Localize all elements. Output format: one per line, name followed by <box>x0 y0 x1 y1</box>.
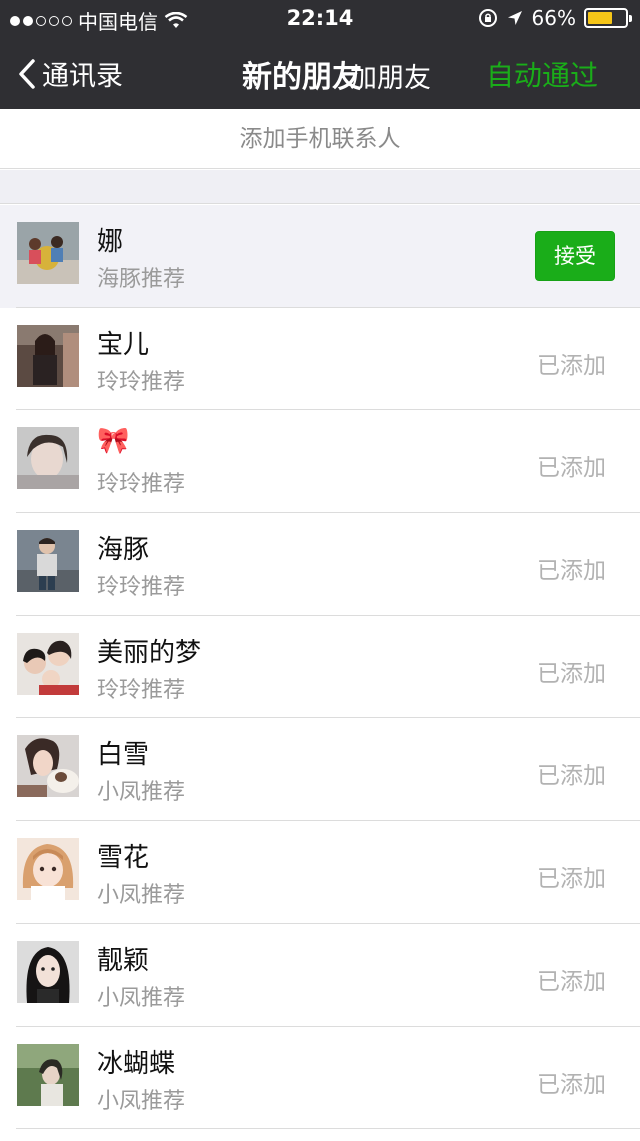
friend-source: 玲玲推荐 <box>97 575 186 601</box>
friend-source: 小凤推荐 <box>97 780 186 806</box>
friend-list: 娜 海豚推荐 接受 宝儿 玲玲推荐 已添加 🎀 玲玲推荐 已添加 海豚 玲玲推荐… <box>0 205 640 1130</box>
avatar <box>17 1043 79 1106</box>
added-status: 已添加 <box>537 352 606 379</box>
avatar <box>17 530 79 593</box>
auto-pass-button[interactable]: 自动通过 <box>486 54 598 94</box>
friend-source: 小凤推荐 <box>97 985 186 1011</box>
friend-name: 雪花 <box>97 843 150 874</box>
added-status: 已添加 <box>537 968 606 995</box>
chevron-left-icon <box>19 58 35 89</box>
list-item[interactable]: 娜 海豚推荐 接受 <box>0 205 640 308</box>
top-bar: 中国电信 22:14 66% 通讯录 加朋友 新的朋友 自动通过 <box>0 0 640 109</box>
friend-source: 小凤推荐 <box>97 883 186 909</box>
section-divider <box>0 170 640 204</box>
added-status: 已添加 <box>537 1071 606 1098</box>
nav-bar: 通讯录 加朋友 新的朋友 自动通过 <box>0 36 640 109</box>
avatar <box>17 632 79 695</box>
list-item[interactable]: 白雪 小凤推荐 已添加 <box>0 718 640 822</box>
avatar <box>17 838 79 901</box>
added-status: 已添加 <box>537 455 606 482</box>
friend-source: 玲玲推荐 <box>97 677 186 703</box>
added-status: 已添加 <box>537 866 606 893</box>
friend-name: 美丽的梦 <box>97 637 202 668</box>
added-status: 已添加 <box>537 558 606 585</box>
added-status: 已添加 <box>537 660 606 687</box>
list-item[interactable]: 美丽的梦 玲玲推荐 已添加 <box>0 615 640 719</box>
avatar <box>17 222 79 284</box>
avatar <box>17 324 79 387</box>
friend-source: 海豚推荐 <box>97 267 186 292</box>
accept-button[interactable]: 接受 <box>535 231 615 281</box>
friend-name: 🎀 <box>97 426 129 456</box>
back-button[interactable]: 通讯录 <box>16 54 123 93</box>
status-bar: 中国电信 22:14 66% <box>0 0 640 36</box>
avatar <box>17 735 79 798</box>
list-item[interactable]: 雪花 小凤推荐 已添加 <box>0 821 640 924</box>
bow-emoji: 🎀 <box>97 426 130 457</box>
avatar <box>17 427 79 490</box>
friend-source: 玲玲推荐 <box>97 472 186 498</box>
location-arrow-icon <box>507 11 522 25</box>
friend-name: 靓颖 <box>97 945 150 976</box>
battery-percent: 66% <box>531 6 576 30</box>
page-title: 新的朋友 <box>242 60 362 95</box>
friend-source: 小凤推荐 <box>97 1088 186 1114</box>
friend-name: 宝儿 <box>97 329 150 360</box>
back-label: 通讯录 <box>42 61 123 92</box>
friend-name: 白雪 <box>97 740 150 771</box>
list-item[interactable]: 海豚 玲玲推荐 已添加 <box>0 513 640 616</box>
list-item[interactable]: 🎀 玲玲推荐 已添加 <box>0 410 640 514</box>
list-item[interactable]: 冰蝴蝶 小凤推荐 已添加 <box>0 1026 640 1130</box>
list-item[interactable]: 靓颖 小凤推荐 已添加 <box>0 923 640 1027</box>
friend-source: 玲玲推荐 <box>97 369 186 395</box>
added-status: 已添加 <box>537 763 606 790</box>
battery-icon <box>584 8 632 28</box>
add-phone-contacts[interactable]: 添加手机联系人 <box>0 109 640 169</box>
add-friend-label: 加朋友 <box>350 63 431 94</box>
list-item[interactable]: 宝儿 玲玲推荐 已添加 <box>0 307 640 411</box>
friend-name: 冰蝴蝶 <box>97 1048 176 1079</box>
avatar <box>17 940 79 1003</box>
rotation-lock-icon <box>478 9 497 27</box>
friend-name: 娜 <box>97 227 124 257</box>
friend-name: 海豚 <box>97 535 150 566</box>
